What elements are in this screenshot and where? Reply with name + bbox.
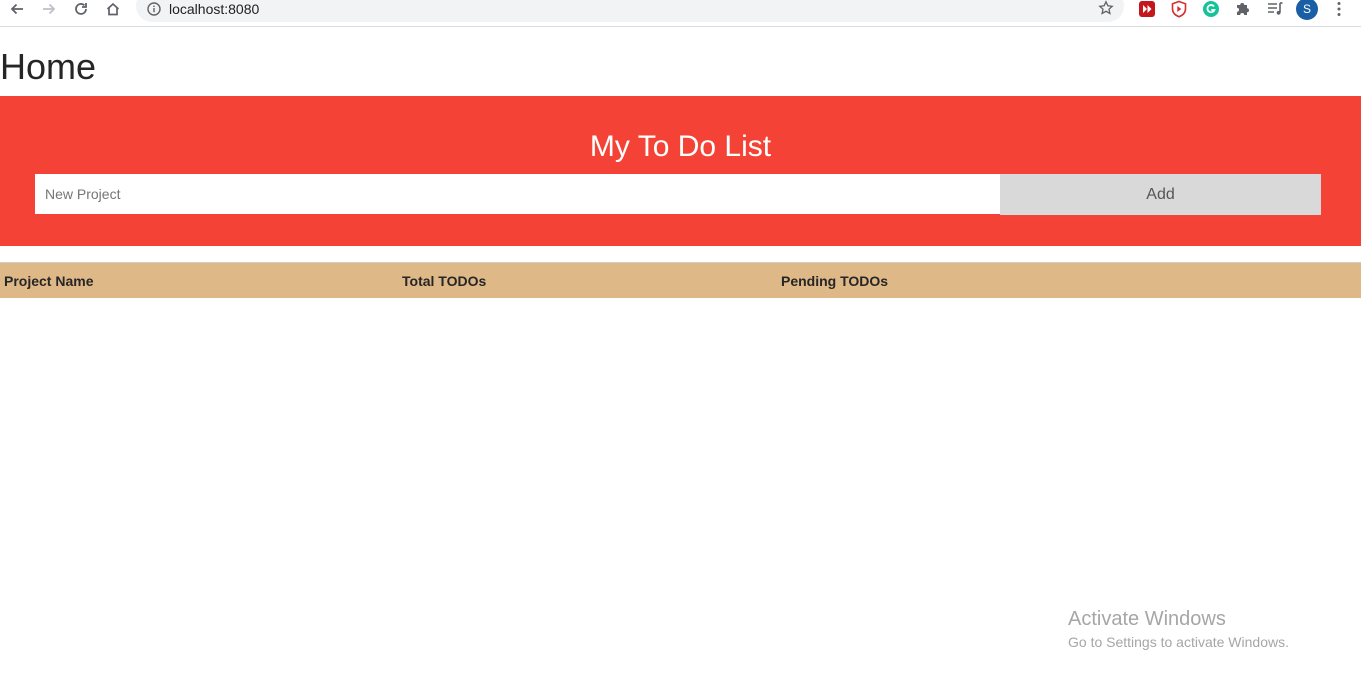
todo-heading: My To Do List: [589, 130, 772, 163]
star-icon[interactable]: [1098, 0, 1114, 16]
todo-header-panel: My To Do List Add: [0, 96, 1361, 246]
windows-activation-watermark: Activate Windows Go to Settings to activ…: [1068, 607, 1289, 651]
grammarly-icon[interactable]: [1202, 0, 1220, 18]
reload-icon[interactable]: [70, 0, 92, 18]
browser-toolbar: localhost:8080 S: [0, 0, 1361, 27]
column-header-pending-todos: Pending TODOs: [781, 273, 889, 289]
shield-play-extension-icon[interactable]: [1170, 0, 1188, 18]
forward-arrow-icon[interactable]: [38, 0, 60, 18]
projects-table-header: Project Name Total TODOs Pending TODOs: [0, 262, 1361, 298]
watermark-subtitle: Go to Settings to activate Windows.: [1068, 634, 1289, 650]
back-arrow-icon[interactable]: [6, 0, 28, 18]
more-vert-icon[interactable]: [1330, 0, 1348, 18]
info-icon[interactable]: [147, 2, 161, 16]
address-url[interactable]: localhost:8080: [169, 1, 259, 17]
home-icon[interactable]: [102, 0, 124, 18]
watermark-title: Activate Windows: [1068, 608, 1226, 630]
media-queue-icon[interactable]: [1266, 0, 1284, 18]
address-bar[interactable]: localhost:8080: [136, 0, 1124, 22]
add-project-button[interactable]: Add: [1000, 174, 1321, 215]
page-title: Home: [0, 46, 97, 87]
column-header-total-todos: Total TODOs: [402, 273, 487, 289]
video-extension-icon[interactable]: [1138, 0, 1156, 18]
new-project-input[interactable]: [35, 174, 1000, 214]
profile-avatar[interactable]: S: [1296, 0, 1318, 20]
puzzle-extensions-icon[interactable]: [1234, 0, 1252, 18]
column-header-project-name: Project Name: [4, 273, 94, 289]
